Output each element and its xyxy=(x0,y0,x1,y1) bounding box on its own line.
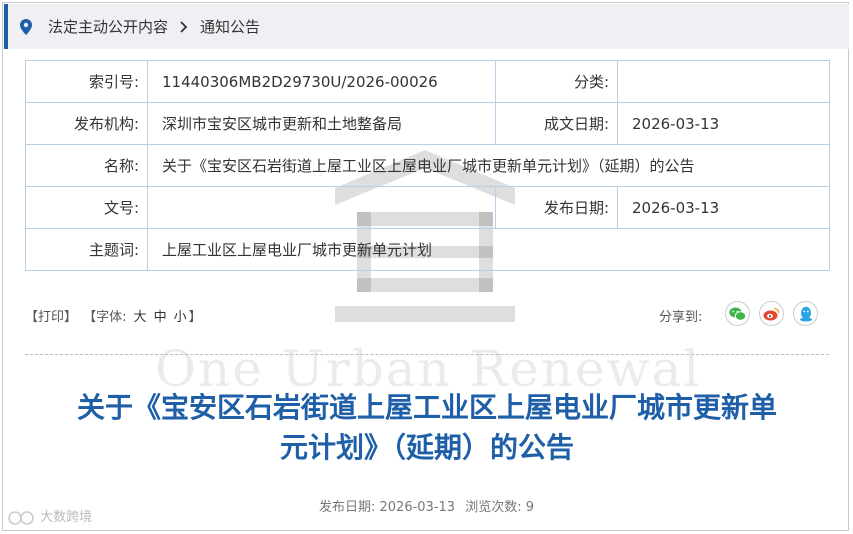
pin-icon xyxy=(20,18,32,35)
table-row: 索引号: 11440306MB2D29730U/2026-00026 分类: xyxy=(25,60,830,103)
publish-date-label: 发布日期: xyxy=(318,500,376,515)
category-label: 分类: xyxy=(495,60,618,103)
corner-logo-text: 大数跨境 xyxy=(40,510,93,525)
publish-date-label: 发布日期: xyxy=(495,186,618,229)
views-label: 浏览次数: xyxy=(465,500,522,515)
print-button[interactable]: 【打印】 xyxy=(25,310,77,325)
qq-icon xyxy=(799,306,812,321)
doc-no-value xyxy=(147,186,496,229)
article-title: 关于《宝安区石岩街道上屋工业区上屋电业厂城市更新单 元计划》（延期）的公告 xyxy=(25,388,829,468)
written-date-value: 2026-03-13 xyxy=(617,102,830,145)
table-row: 主题词: 上屋工业区上屋电业厂城市更新单元计划 xyxy=(25,228,830,271)
category-value xyxy=(617,60,830,103)
index-value: 11440306MB2D29730U/2026-00026 xyxy=(147,60,496,103)
publisher-label: 发布机构: xyxy=(25,102,148,145)
written-date-label: 成文日期: xyxy=(495,102,618,145)
breadcrumb: 法定主动公开内容 通知公告 xyxy=(4,4,849,49)
share-wechat-button[interactable] xyxy=(725,301,750,326)
share-weibo-button[interactable] xyxy=(759,301,784,326)
font-size-suffix: 】 xyxy=(188,310,202,325)
publish-date: 2026-03-13 xyxy=(379,500,456,515)
name-value: 关于《宝安区石岩街道上屋工业区上屋电业厂城市更新单元计划》（延期）的公告 xyxy=(147,144,830,187)
table-row: 文号: 发布日期: 2026-03-13 xyxy=(25,186,830,229)
publish-date-value: 2026-03-13 xyxy=(617,186,830,229)
divider xyxy=(25,354,829,355)
subject-value: 上屋工业区上屋电业厂城市更新单元计划 xyxy=(147,228,830,271)
publisher-value: 深圳市宝安区城市更新和土地整备局 xyxy=(147,102,496,145)
font-size-large-button[interactable]: 大 xyxy=(134,310,147,325)
breadcrumb-item-notices[interactable]: 通知公告 xyxy=(200,16,260,37)
corner-watermark-logo: 大数跨境 xyxy=(8,506,92,526)
name-label: 名称: xyxy=(25,144,148,187)
font-size-small-button[interactable]: 小 xyxy=(174,310,187,325)
article-title-line-1: 关于《宝安区石岩街道上屋工业区上屋电业厂城市更新单 xyxy=(76,391,777,424)
weibo-icon xyxy=(763,307,780,320)
views-count: 9 xyxy=(525,500,535,515)
subject-label: 主题词: xyxy=(25,228,148,271)
table-row: 名称: 关于《宝安区石岩街道上屋工业区上屋电业厂城市更新单元计划》（延期）的公告 xyxy=(25,144,830,187)
wechat-icon xyxy=(729,307,746,321)
font-size-medium-button[interactable]: 中 xyxy=(154,310,167,325)
chevron-right-icon xyxy=(180,20,188,33)
share-qq-button[interactable] xyxy=(793,301,818,326)
font-size-prefix: 【字体: xyxy=(83,310,127,325)
article-title-line-2: 元计划》（延期）的公告 xyxy=(279,431,574,464)
doc-no-label: 文号: xyxy=(25,186,148,229)
share-label: 分享到: xyxy=(659,310,703,325)
index-label: 索引号: xyxy=(25,60,148,103)
table-row: 发布机构: 深圳市宝安区城市更新和土地整备局 成文日期: 2026-03-13 xyxy=(25,102,830,145)
logo-icon xyxy=(8,510,34,525)
document-meta-table: 索引号: 11440306MB2D29730U/2026-00026 分类: 发… xyxy=(25,60,830,271)
breadcrumb-item-disclosure[interactable]: 法定主动公开内容 xyxy=(48,16,168,37)
article-toolbar: 【打印】 【字体: 大中小】 xyxy=(25,306,204,325)
article-meta: 发布日期: 2026-03-13 浏览次数: 9 xyxy=(0,496,853,515)
